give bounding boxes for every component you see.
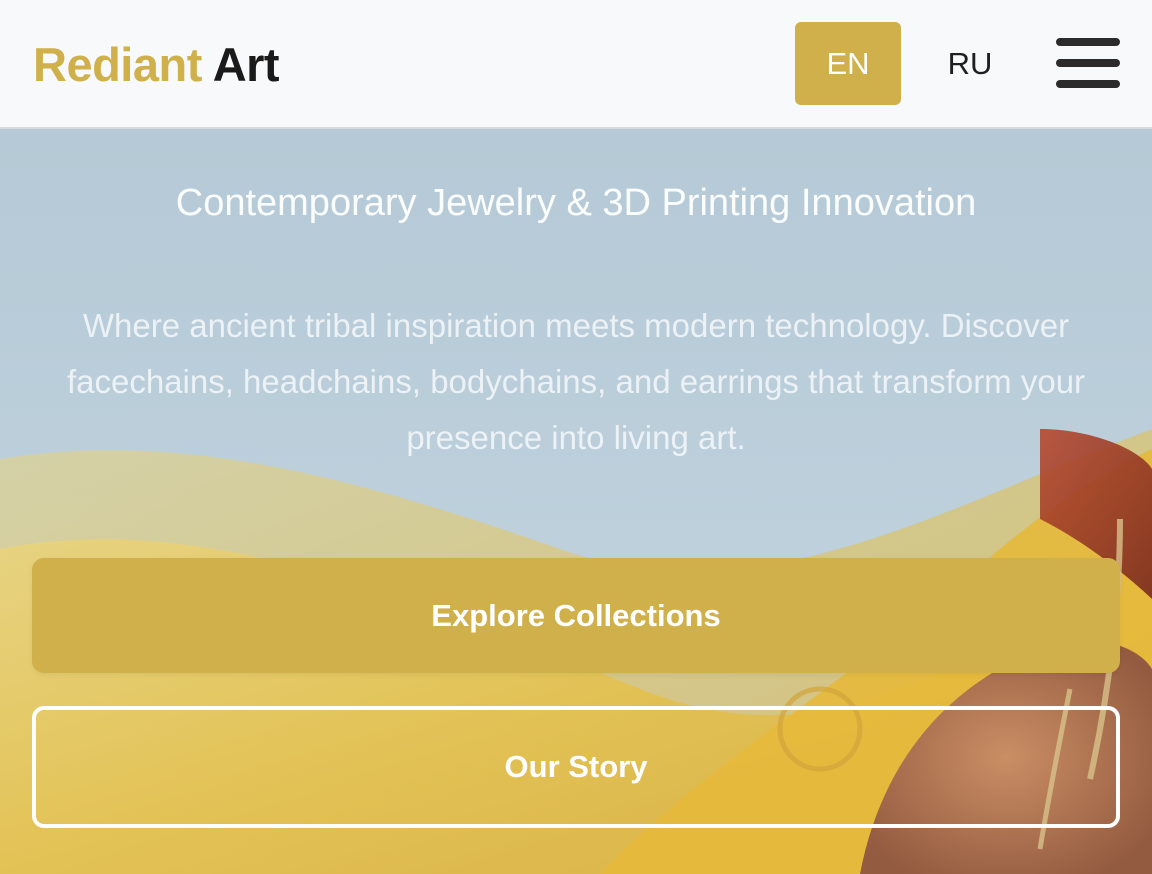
menu-bar-bottom: [1056, 80, 1120, 88]
explore-collections-button[interactable]: Explore Collections: [32, 558, 1120, 673]
page: Rediant Art EN RU Contemporary Jewelry &…: [0, 0, 1152, 874]
logo-word-art: Art: [212, 38, 280, 91]
hamburger-menu-icon[interactable]: [1053, 36, 1123, 92]
hero-section: Contemporary Jewelry & 3D Printing Innov…: [0, 129, 1152, 874]
our-story-button[interactable]: Our Story: [32, 706, 1120, 828]
hero-tagline: Contemporary Jewelry & 3D Printing Innov…: [175, 182, 977, 224]
language-en-button[interactable]: EN: [795, 22, 901, 105]
language-ru-button[interactable]: RU: [920, 22, 1020, 105]
site-header: Rediant Art EN RU: [0, 0, 1152, 129]
menu-bar-top: [1056, 38, 1120, 46]
menu-bar-middle: [1056, 59, 1120, 67]
logo-word-rediant: Rediant: [33, 38, 202, 91]
brand-logo[interactable]: Rediant Art: [33, 38, 280, 92]
hero-description: Where ancient tribal inspiration meets m…: [66, 307, 1086, 456]
